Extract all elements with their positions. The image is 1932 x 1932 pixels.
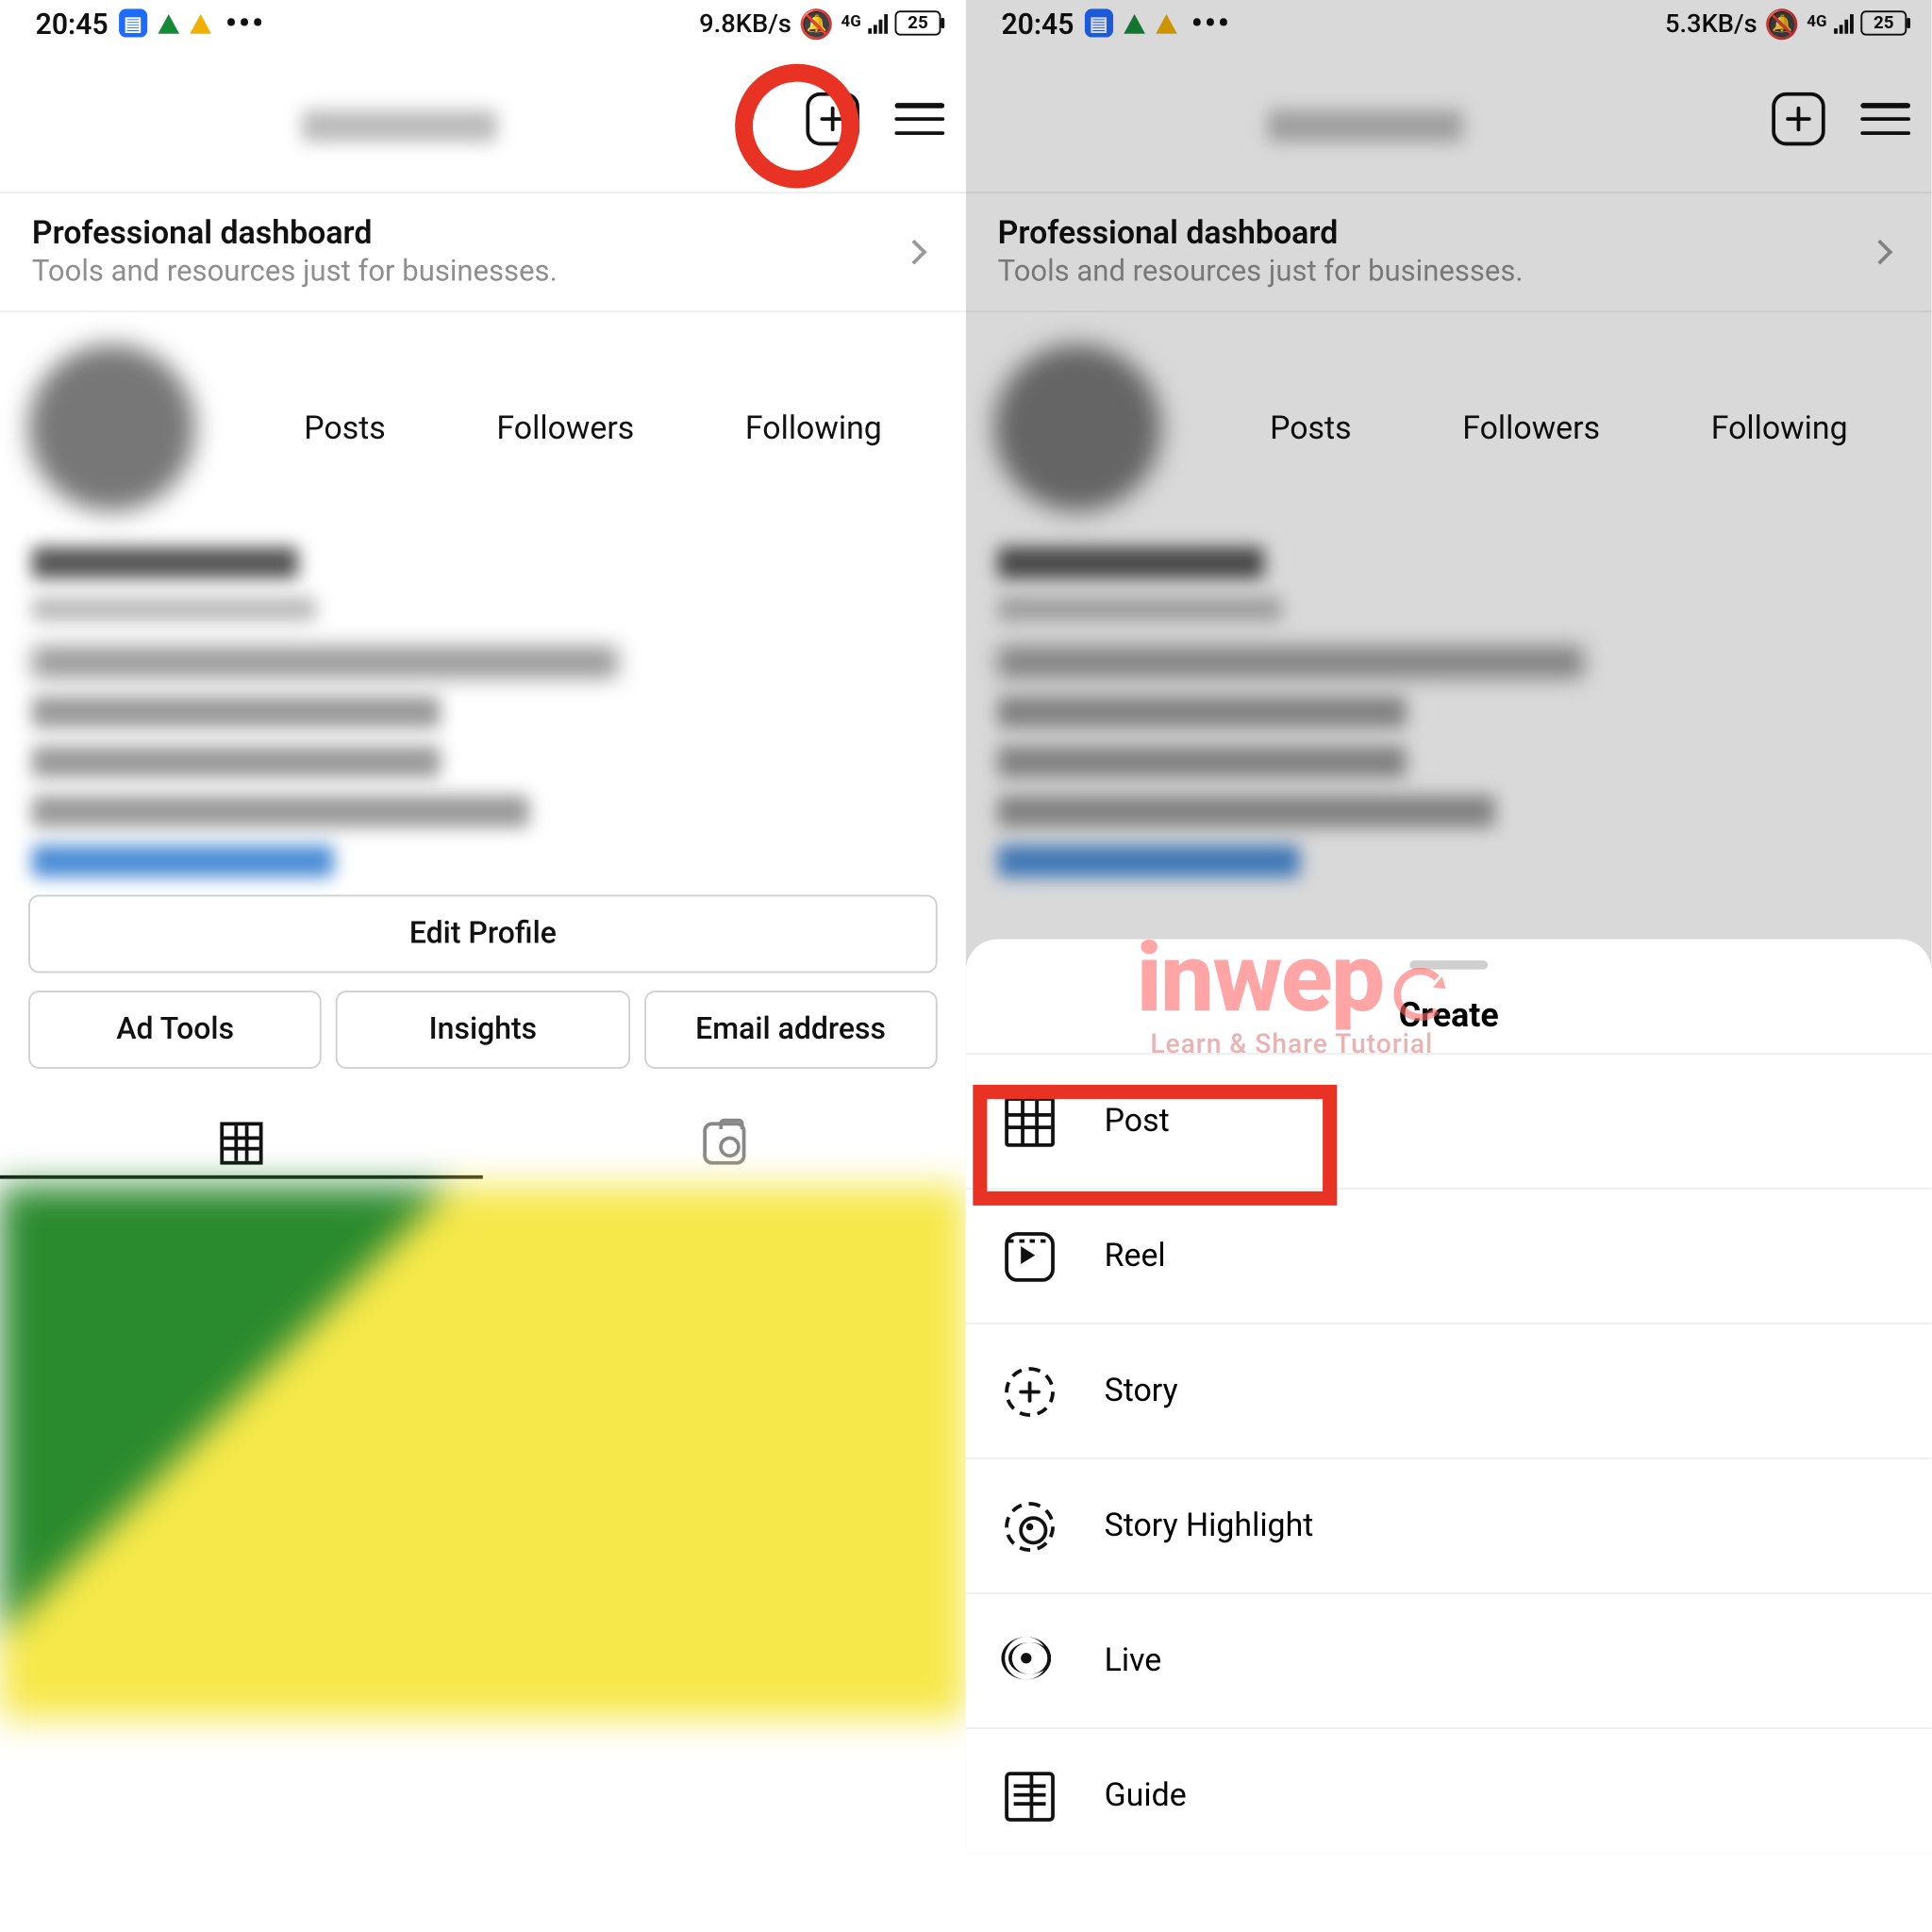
phone-left: 20:45 ▤ ••• 9.8KB/s 🔕 4G 25 Professional… bbox=[0, 0, 966, 1854]
play-store-icon bbox=[1124, 13, 1145, 33]
profile-app-bar bbox=[966, 46, 1932, 192]
mute-bell-icon: 🔕 bbox=[1764, 7, 1799, 41]
net-speed: 5.3KB/s bbox=[1665, 8, 1757, 38]
create-item-live[interactable]: Live bbox=[966, 1592, 1932, 1727]
play-store-icon bbox=[1156, 13, 1177, 33]
status-bar: 20:45 ▤ ••• 9.8KB/s 🔕 4G 25 bbox=[0, 0, 966, 46]
play-store-icon bbox=[158, 13, 179, 33]
app-chip-icon: ▤ bbox=[1085, 8, 1113, 37]
battery-icon: 25 bbox=[895, 10, 941, 35]
create-label: Live bbox=[1105, 1642, 1162, 1680]
create-sheet: Create Post Reel Story Story Highlight L… bbox=[966, 940, 1932, 1854]
more-icon: ••• bbox=[1191, 5, 1231, 42]
battery-icon: 25 bbox=[1860, 10, 1907, 35]
heart-circle-icon bbox=[1005, 1501, 1055, 1551]
create-plus-icon[interactable] bbox=[1772, 92, 1824, 145]
ad-tools-button[interactable]: Ad Tools bbox=[28, 991, 322, 1069]
create-item-highlight[interactable]: Story Highlight bbox=[966, 1457, 1932, 1592]
dashboard-row[interactable]: Professional dashboard Tools and resourc… bbox=[966, 192, 1932, 312]
create-label: Reel bbox=[1105, 1238, 1166, 1275]
grid-icon bbox=[220, 1122, 262, 1164]
hamburger-menu-icon[interactable] bbox=[1860, 103, 1910, 135]
edit-profile-button[interactable]: Edit Profile bbox=[28, 895, 938, 974]
stat-posts[interactable]: Posts bbox=[1270, 409, 1352, 447]
create-label: Post bbox=[1105, 1103, 1170, 1141]
stat-followers[interactable]: Followers bbox=[1462, 409, 1600, 447]
reel-icon bbox=[1005, 1231, 1055, 1281]
tab-grid[interactable] bbox=[0, 1122, 483, 1164]
create-item-reel[interactable]: Reel bbox=[966, 1188, 1932, 1323]
dashboard-subtitle: Tools and resources just for businesses. bbox=[32, 256, 558, 290]
chevron-right-icon bbox=[902, 240, 927, 265]
avatar-redacted[interactable] bbox=[994, 344, 1161, 511]
create-label: Story Highlight bbox=[1105, 1507, 1314, 1545]
sheet-title: Create bbox=[966, 994, 1932, 1035]
net-speed: 9.8KB/s bbox=[699, 8, 791, 38]
stat-followers[interactable]: Followers bbox=[496, 409, 634, 447]
signal-bars-icon bbox=[868, 12, 888, 34]
live-icon bbox=[1005, 1636, 1055, 1686]
insights-button[interactable]: Insights bbox=[336, 991, 629, 1069]
bio-redacted bbox=[966, 547, 1932, 877]
tab-tagged[interactable] bbox=[483, 1122, 966, 1164]
create-item-post[interactable]: Post bbox=[966, 1053, 1932, 1188]
mute-bell-icon: 🔕 bbox=[798, 7, 833, 41]
sheet-handle[interactable] bbox=[1409, 960, 1488, 969]
grid-icon bbox=[1005, 1096, 1055, 1146]
dashboard-row[interactable]: Professional dashboard Tools and resourc… bbox=[0, 192, 966, 312]
create-item-guide[interactable]: Guide bbox=[966, 1727, 1932, 1854]
dashboard-title: Professional dashboard bbox=[32, 215, 558, 253]
stat-following[interactable]: Following bbox=[1711, 409, 1848, 447]
stat-posts[interactable]: Posts bbox=[304, 409, 386, 447]
create-label: Story bbox=[1105, 1373, 1178, 1410]
status-bar: 20:45 ▤ ••• 5.3KB/s 🔕 4G 25 bbox=[966, 0, 1932, 46]
email-button[interactable]: Email address bbox=[644, 991, 938, 1069]
dashboard-title: Professional dashboard bbox=[998, 215, 1524, 253]
play-store-icon bbox=[190, 13, 211, 33]
signal-bars-icon bbox=[1834, 12, 1854, 34]
username-redacted bbox=[302, 110, 497, 142]
tagged-icon bbox=[703, 1122, 745, 1164]
clock: 20:45 bbox=[36, 7, 108, 41]
dashboard-subtitle: Tools and resources just for businesses. bbox=[998, 256, 1524, 290]
create-plus-icon[interactable] bbox=[806, 92, 858, 145]
clock: 20:45 bbox=[1001, 7, 1074, 41]
username-redacted bbox=[1268, 110, 1463, 142]
guide-icon bbox=[1005, 1771, 1055, 1821]
post-grid-redacted[interactable] bbox=[0, 1186, 966, 1719]
more-icon: ••• bbox=[225, 5, 265, 42]
phone-right: 20:45 ▤ ••• 5.3KB/s 🔕 4G 25 Professional… bbox=[966, 0, 1932, 1854]
signal-label: 4G bbox=[841, 16, 860, 30]
create-item-story[interactable]: Story bbox=[966, 1323, 1932, 1457]
app-chip-icon: ▤ bbox=[119, 8, 147, 37]
profile-app-bar bbox=[0, 46, 966, 192]
stat-following[interactable]: Following bbox=[745, 409, 882, 447]
avatar-redacted[interactable] bbox=[28, 344, 195, 511]
story-icon bbox=[1005, 1366, 1055, 1416]
signal-label: 4G bbox=[1807, 16, 1826, 30]
hamburger-menu-icon[interactable] bbox=[895, 103, 945, 135]
create-label: Guide bbox=[1105, 1777, 1187, 1815]
bio-redacted bbox=[0, 547, 966, 877]
chevron-right-icon bbox=[1868, 240, 1893, 265]
